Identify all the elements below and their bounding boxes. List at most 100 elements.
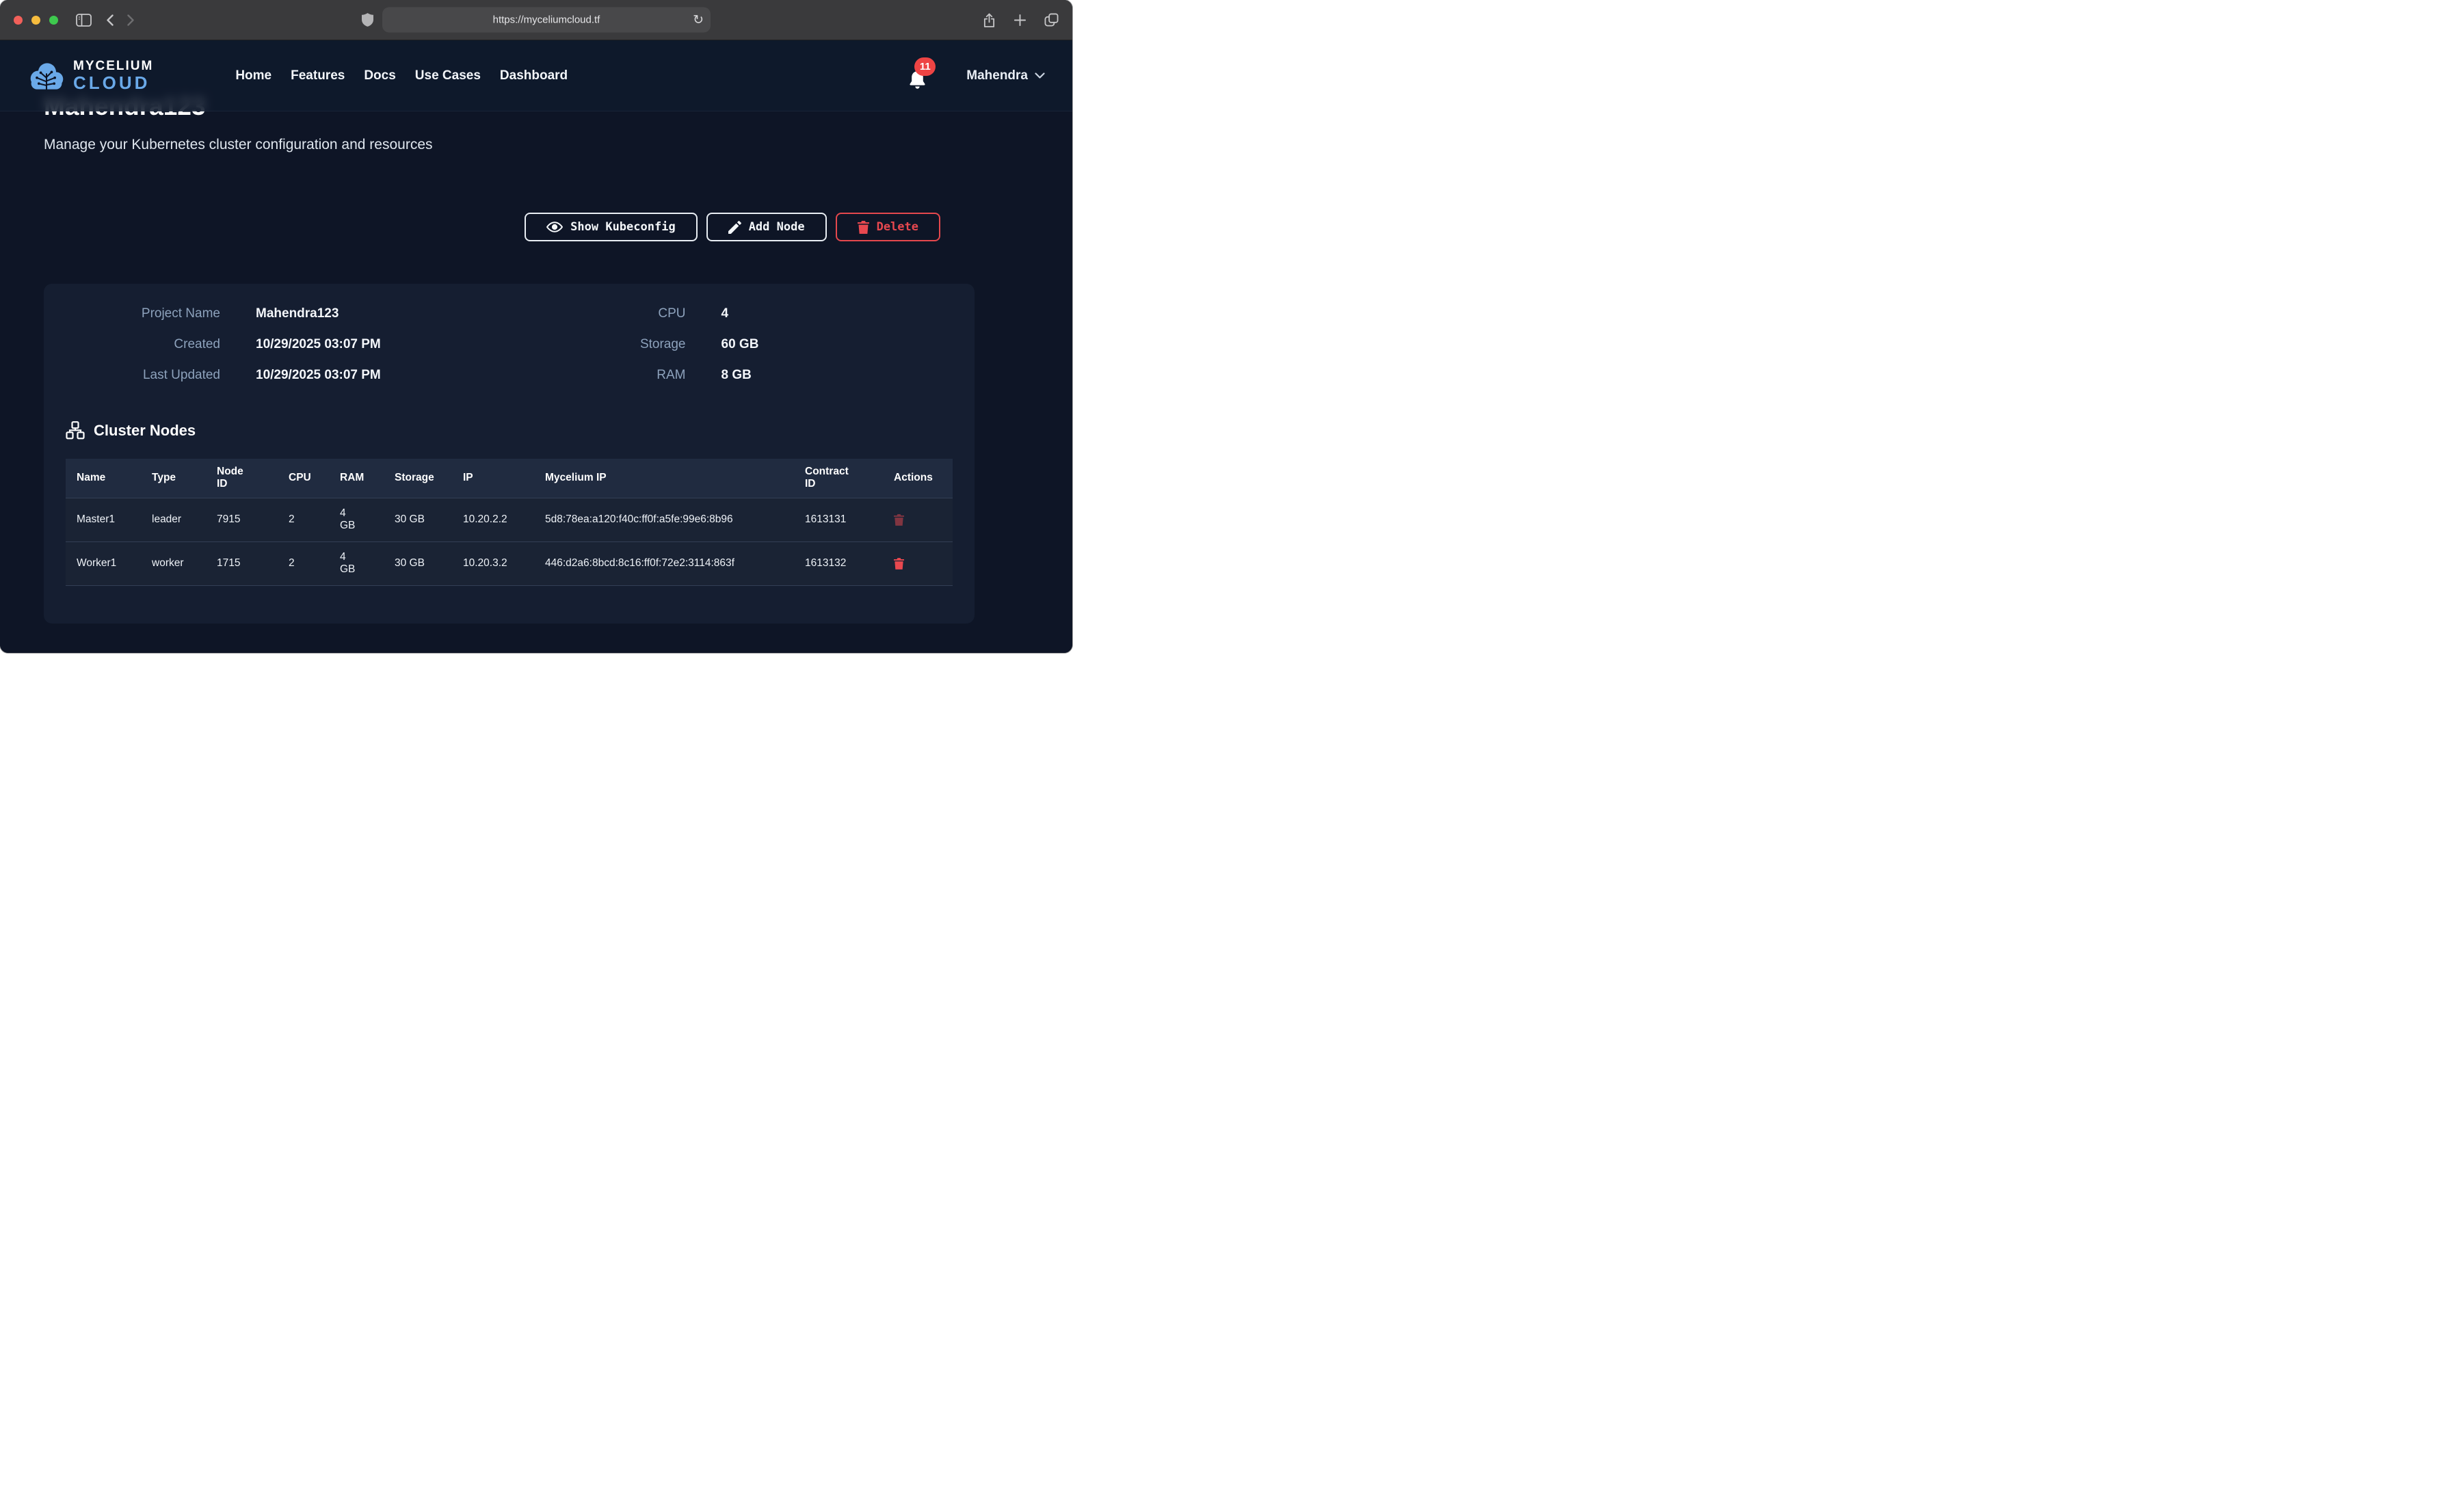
detail-column-right: CPU 4 Storage 60 GB RAM 8 GB (509, 298, 975, 390)
detail-row-storage: Storage 60 GB (509, 329, 975, 360)
cell-type: worker (141, 541, 206, 585)
col-contract-id: Contract ID (794, 459, 883, 498)
nav-item-use-cases[interactable]: Use Cases (415, 68, 481, 83)
detail-value: 60 GB (721, 337, 759, 352)
close-window-button[interactable] (14, 16, 23, 25)
cell-actions (883, 498, 953, 541)
user-name: Mahendra (966, 68, 1028, 83)
trash-icon (894, 514, 904, 526)
back-icon[interactable] (107, 14, 114, 26)
minimize-window-button[interactable] (31, 16, 40, 25)
col-ip: IP (452, 459, 534, 498)
detail-value: 10/29/2025 03:07 PM (256, 337, 381, 352)
show-kubeconfig-button[interactable]: Show Kubeconfig (525, 213, 698, 241)
browser-window: https://myceliumcloud.tf ↻ Mahendr (0, 0, 1072, 653)
reload-icon[interactable]: ↻ (693, 14, 704, 27)
nav-item-docs[interactable]: Docs (364, 68, 395, 83)
nav-item-features[interactable]: Features (291, 68, 345, 83)
forward-icon[interactable] (127, 14, 134, 26)
page-viewport: Mahendra123 Manage your Kubernetes clust… (0, 40, 1072, 653)
detail-value: Mahendra123 (256, 306, 339, 321)
detail-value: 10/29/2025 03:07 PM (256, 368, 381, 383)
detail-value: 8 GB (721, 368, 752, 383)
cell-name: Master1 (66, 498, 141, 541)
nav-item-home[interactable]: Home (235, 68, 271, 83)
detail-row-cpu: CPU 4 (509, 298, 975, 329)
detail-label: RAM (509, 368, 686, 383)
chevron-down-icon (1035, 72, 1045, 79)
cell-cpu: 2 (278, 498, 329, 541)
table-header-row: Name Type Node ID CPU RAM Storage IP Myc… (66, 459, 953, 498)
col-name: Name (66, 459, 141, 498)
address-bar[interactable]: https://myceliumcloud.tf ↻ (382, 8, 711, 33)
notifications-button[interactable]: 11 (908, 70, 927, 90)
delete-label: Delete (877, 220, 918, 234)
cell-node-id: 7915 (206, 498, 278, 541)
cell-ram: 4 GB (329, 498, 384, 541)
cell-ip: 10.20.3.2 (452, 541, 534, 585)
col-cpu: CPU (278, 459, 329, 498)
cell-contract-id: 1613132 (794, 541, 883, 585)
detail-row-last-updated: Last Updated 10/29/2025 03:07 PM (44, 360, 509, 390)
cluster-detail-grid: Project Name Mahendra123 Created 10/29/2… (44, 284, 975, 390)
show-kubeconfig-label: Show Kubeconfig (570, 220, 676, 234)
cell-ram: 4 GB (329, 541, 384, 585)
col-mycelium-ip: Mycelium IP (534, 459, 794, 498)
cell-name: Worker1 (66, 541, 141, 585)
share-icon[interactable] (983, 12, 996, 28)
cell-type: leader (141, 498, 206, 541)
detail-label: Storage (509, 337, 686, 352)
privacy-shield-icon[interactable] (362, 13, 373, 27)
cluster-nodes-header: Cluster Nodes (66, 421, 975, 440)
pencil-icon (728, 221, 741, 234)
cell-mycelium-ip: 446:d2a6:8bcd:8c16:ff0f:72e2:3114:863f (534, 541, 794, 585)
detail-label: Project Name (44, 306, 220, 321)
url-text: https://myceliumcloud.tf (493, 14, 600, 26)
cell-ip: 10.20.2.2 (452, 498, 534, 541)
add-node-label: Add Node (749, 220, 805, 234)
col-ram: RAM (329, 459, 384, 498)
cell-contract-id: 1613131 (794, 498, 883, 541)
user-menu[interactable]: Mahendra (966, 68, 1045, 83)
network-nodes-icon (66, 421, 85, 440)
cell-node-id: 1715 (206, 541, 278, 585)
sidebar-toggle-icon[interactable] (76, 14, 92, 27)
col-actions: Actions (883, 459, 953, 498)
cell-cpu: 2 (278, 541, 329, 585)
new-tab-icon[interactable] (1014, 14, 1026, 27)
page-subtitle: Manage your Kubernetes cluster configura… (44, 137, 433, 153)
delete-node-button[interactable] (894, 514, 904, 526)
nav-links: Home Features Docs Use Cases Dashboard (235, 68, 568, 83)
zoom-window-button[interactable] (49, 16, 58, 25)
trash-icon (894, 558, 904, 570)
eye-icon (546, 221, 563, 233)
cluster-nodes-title: Cluster Nodes (94, 422, 196, 440)
detail-row-created: Created 10/29/2025 03:07 PM (44, 329, 509, 360)
trash-icon (858, 221, 869, 234)
add-node-button[interactable]: Add Node (706, 213, 827, 241)
detail-label: CPU (509, 306, 686, 321)
cluster-details-panel: Project Name Mahendra123 Created 10/29/2… (44, 284, 975, 624)
tab-overview-icon[interactable] (1044, 13, 1059, 27)
cluster-nodes-table: Name Type Node ID CPU RAM Storage IP Myc… (66, 459, 953, 586)
delete-cluster-button[interactable]: Delete (836, 213, 940, 241)
cell-storage: 30 GB (384, 498, 452, 541)
cell-storage: 30 GB (384, 541, 452, 585)
detail-row-project-name: Project Name Mahendra123 (44, 298, 509, 329)
nav-item-dashboard[interactable]: Dashboard (500, 68, 568, 83)
cloud-logo-icon (27, 61, 66, 91)
detail-column-left: Project Name Mahendra123 Created 10/29/2… (44, 298, 509, 390)
col-type: Type (141, 459, 206, 498)
detail-value: 4 (721, 306, 729, 321)
delete-node-button[interactable] (894, 558, 904, 570)
col-storage: Storage (384, 459, 452, 498)
brand-line2: CLOUD (73, 74, 153, 92)
brand-logo[interactable]: MYCELIUM CLOUD (27, 59, 153, 92)
window-controls (14, 16, 58, 25)
detail-label: Last Updated (44, 368, 220, 383)
detail-label: Created (44, 337, 220, 352)
table-row: Master1 leader 7915 2 4 GB 30 GB 10.20.2… (66, 498, 953, 541)
cell-mycelium-ip: 5d8:78ea:a120:f40c:ff0f:a5fe:99e6:8b96 (534, 498, 794, 541)
col-node-id: Node ID (206, 459, 278, 498)
detail-row-ram: RAM 8 GB (509, 360, 975, 390)
